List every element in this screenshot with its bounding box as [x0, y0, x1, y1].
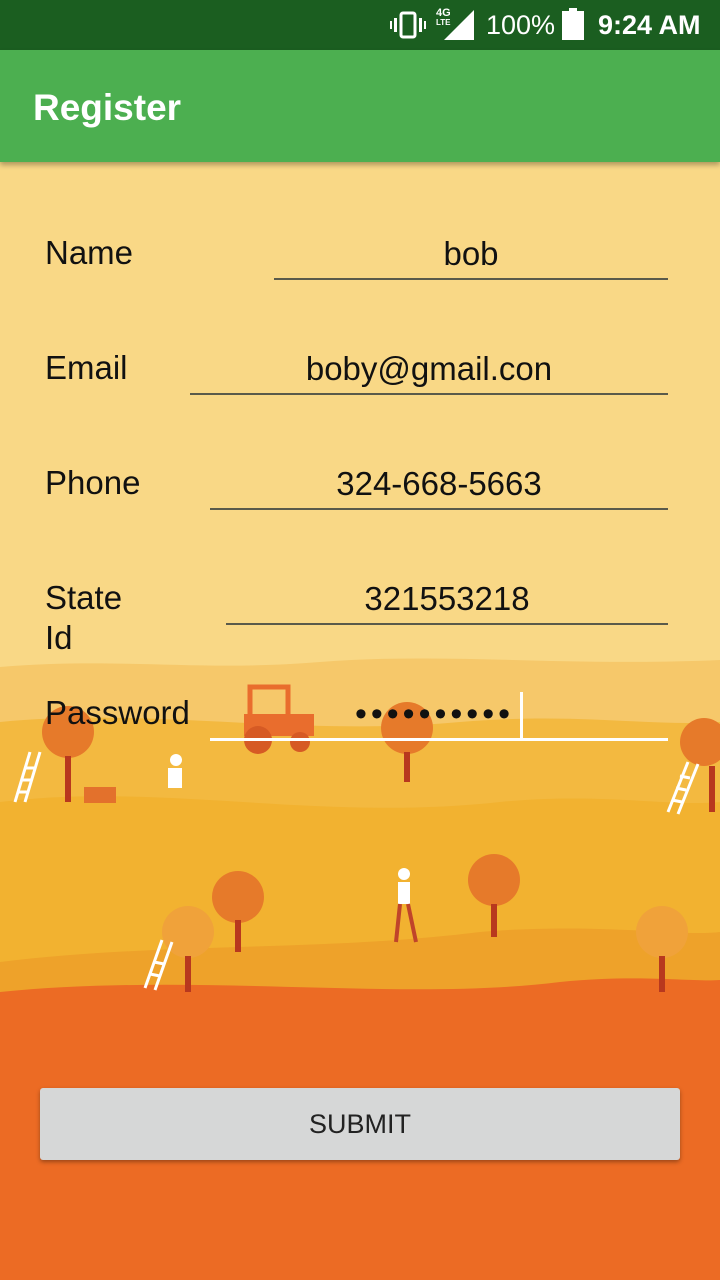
name-input[interactable]: bob — [274, 232, 668, 280]
signal-icon — [444, 10, 474, 40]
vibrate-icon — [390, 11, 426, 39]
password-label: Password — [45, 694, 190, 731]
state-id-label: State Id — [45, 579, 123, 656]
password-input[interactable]: •••••••••• — [210, 692, 668, 741]
phone-label: Phone — [45, 464, 141, 501]
email-label: Email — [45, 349, 128, 386]
phone-input[interactable]: 324-668-5663 — [210, 462, 668, 510]
page-title: Register — [33, 87, 182, 128]
battery-percent: 100% — [486, 10, 556, 40]
name-label: Name — [45, 234, 134, 271]
password-value: •••••••••• — [354, 695, 515, 733]
email-input[interactable]: boby@gmail.con — [190, 347, 668, 395]
battery-icon — [562, 8, 584, 40]
submit-button[interactable]: SUBMIT — [40, 1088, 680, 1160]
state-id-input[interactable]: 321553218 — [226, 577, 668, 625]
clock: 9:24 AM — [598, 10, 701, 40]
app-bar: Register — [0, 50, 720, 162]
status-bar: 4G LTE 100% 9:24 AM — [0, 0, 720, 50]
text-cursor — [520, 692, 524, 741]
